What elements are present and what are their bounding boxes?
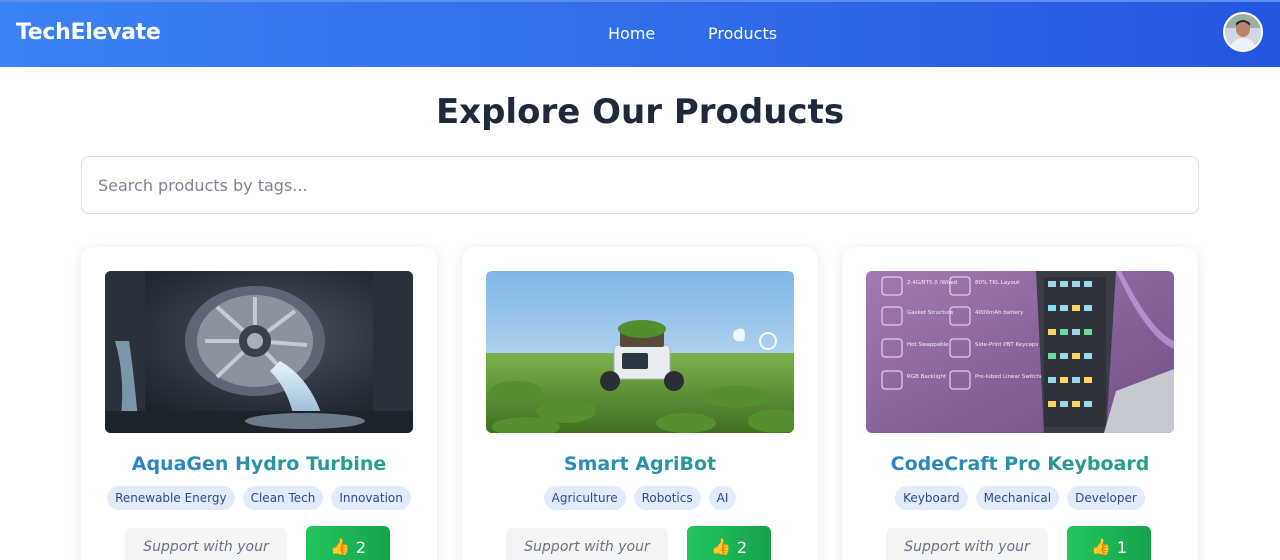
upvote-button[interactable]: 👍 1 (1067, 526, 1151, 560)
feature-label: Pre-lubed Linear Switches (975, 374, 1046, 380)
vote-count: 1 (1116, 537, 1128, 557)
product-title[interactable]: Smart AgriBot (462, 453, 818, 475)
avatar-photo (1225, 14, 1261, 50)
support-label: Support with your vote! (125, 528, 287, 560)
user-avatar[interactable] (1223, 12, 1263, 52)
tag[interactable]: Keyboard (895, 486, 968, 510)
feature-label: Side-Print PBT Keycaps (975, 342, 1038, 348)
thumbs-up-icon: 👍 (1090, 537, 1111, 556)
product-image[interactable] (486, 271, 794, 433)
feature-label: RGB Backlight (907, 374, 947, 380)
tag-list: Agriculture Robotics AI (462, 486, 818, 510)
main-nav: Home Products (0, 24, 1280, 44)
page-title: Explore Our Products (435, 92, 845, 132)
feature-label: 2.4G/BT5.0 /Wired (907, 280, 957, 286)
tag[interactable]: Innovation (331, 486, 411, 510)
search-input[interactable] (81, 156, 1199, 214)
thumbs-up-icon: 👍 (710, 537, 731, 556)
product-image[interactable] (105, 271, 413, 433)
support-label: Support with your vote! (506, 528, 668, 560)
feature-label: 80% TKL Layout (975, 280, 1020, 286)
product-card: AquaGen Hydro Turbine Renewable Energy C… (81, 247, 437, 560)
nav-products-link[interactable]: Products (708, 24, 777, 43)
tag[interactable]: Developer (1067, 486, 1145, 510)
product-card: Smart AgriBot Agriculture Robotics AI Su… (462, 247, 818, 560)
navbar: TechElevate Home Products (0, 0, 1280, 67)
upvote-button[interactable]: 👍 2 (306, 526, 390, 560)
feature-label: Hot Swappable (907, 342, 949, 348)
tag-list: Keyboard Mechanical Developer (842, 486, 1198, 510)
feature-label: Gasket Structure (907, 310, 954, 316)
vote-count: 2 (736, 537, 748, 557)
tag[interactable]: Renewable Energy (107, 486, 235, 510)
nav-home-link[interactable]: Home (608, 24, 655, 43)
tag[interactable]: Mechanical (975, 486, 1060, 510)
support-label: Support with your vote! (886, 528, 1048, 560)
product-image[interactable]: 2.4G/BT5.0 /Wired 80% TKL Layout Gasket … (866, 271, 1174, 433)
tag-list: Renewable Energy Clean Tech Innovation (81, 486, 437, 510)
tag[interactable]: Robotics (633, 486, 701, 510)
tag[interactable]: Agriculture (543, 486, 626, 510)
product-title[interactable]: AquaGen Hydro Turbine (81, 453, 437, 475)
upvote-button[interactable]: 👍 2 (687, 526, 771, 560)
thumbs-up-icon: 👍 (329, 537, 350, 556)
tag[interactable]: AI (708, 486, 737, 510)
product-card: 2.4G/BT5.0 /Wired 80% TKL Layout Gasket … (842, 247, 1198, 560)
vote-count: 2 (355, 537, 367, 557)
product-title[interactable]: CodeCraft Pro Keyboard (842, 453, 1198, 475)
tag[interactable]: Clean Tech (242, 486, 324, 510)
feature-label: 4000mAh battery (975, 310, 1024, 316)
